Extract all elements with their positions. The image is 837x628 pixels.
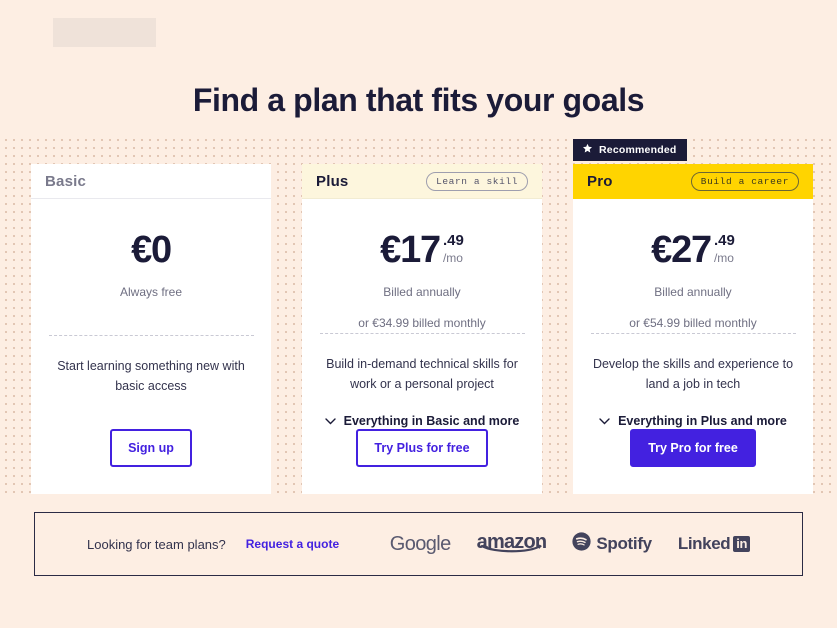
card-divider-plus — [319, 333, 525, 335]
plan-description-plus: Build in-demand technical skills for wor… — [326, 357, 518, 392]
price-amount-plus: €17 — [380, 229, 441, 271]
card-body-plus: €17 .49 /mo Billed annually or €34.99 bi… — [302, 199, 542, 494]
billing-line-basic: Always free — [119, 285, 183, 299]
spotify-mark-icon — [572, 532, 591, 556]
spotify-logo-text: Spotify — [596, 534, 652, 553]
billing-sub-pro: or €54.99 billed monthly — [629, 315, 757, 330]
chevron-down-icon — [599, 414, 610, 428]
price-side-pro: .49 /mo — [714, 231, 735, 264]
price-amount-basic: €0 — [131, 229, 172, 271]
price-row-basic: €0 — [131, 229, 172, 271]
plan-name-pro: Pro — [587, 173, 613, 190]
amazon-smile-icon — [480, 537, 543, 557]
price-block-basic: €0 Always free — [47, 199, 255, 302]
card-divider-pro — [590, 333, 796, 335]
spotify-logo: Spotify — [572, 532, 652, 556]
chevron-down-icon — [324, 414, 336, 428]
expand-features-pro[interactable]: Everything in Plus and more — [599, 414, 787, 428]
price-amount-pro: €27 — [651, 229, 712, 271]
cta-try-pro[interactable]: Try Pro for free — [630, 429, 756, 467]
price-row-pro: €27 .49 /mo — [651, 231, 735, 269]
card-body-pro: €27 .49 /mo Billed annually or €54.99 bi… — [573, 199, 813, 494]
team-plans-footer: Looking for team plans? Request a quote … — [34, 512, 803, 576]
request-a-quote-link[interactable]: Request a quote — [246, 537, 339, 551]
page-title: Find a plan that fits your goals — [192, 82, 645, 118]
price-row-plus: €17 .49 /mo — [380, 231, 464, 269]
billing-sub-plus: or €34.99 billed monthly — [358, 315, 486, 330]
plan-tagline-plus: Learn a skill — [426, 171, 528, 191]
price-block-pro: €27 .49 /mo Billed annually or €54.99 bi… — [589, 199, 797, 332]
card-body-basic: €0 Always free Start learning something … — [31, 199, 271, 494]
card-header-plus: Plus Learn a skill — [302, 164, 542, 199]
price-cents-pro: .49 — [713, 232, 735, 249]
plan-description-basic: Start learning something new with basic … — [57, 358, 245, 393]
plan-name-plus: Plus — [316, 172, 349, 190]
price-cents-plus: .49 — [442, 232, 464, 249]
card-divider-basic — [48, 334, 254, 336]
price-block-plus: €17 .49 /mo Billed annually or €34.99 bi… — [318, 199, 526, 332]
billing-line-plus: Billed annually — [383, 285, 461, 299]
cta-try-plus[interactable]: Try Plus for free — [356, 429, 488, 467]
recommended-badge: Recommended — [573, 139, 688, 161]
brand-logo-placeholder — [53, 18, 156, 47]
cta-sign-up[interactable]: Sign up — [110, 429, 192, 467]
expand-features-plus[interactable]: Everything in Basic and more — [324, 414, 520, 429]
pricing-card-row: Basic €0 Always free Start learning some… — [31, 139, 813, 494]
pricing-card-pro[interactable]: Recommended Pro Build a career €27 .49 /… — [573, 139, 813, 494]
linkedin-logo-text: Linked — [677, 534, 731, 553]
pricing-card-basic[interactable]: Basic €0 Always free Start learning some… — [31, 164, 271, 494]
amazon-logo: amazon — [477, 532, 547, 557]
team-plans-question: Looking for team plans? — [87, 536, 226, 552]
linkedin-logo: Linked in — [678, 534, 750, 554]
plan-description-pro: Develop the skills and experience to lan… — [592, 357, 794, 392]
recommended-badge-label: Recommended — [599, 144, 677, 156]
card-header-pro: Pro Build a career — [573, 164, 813, 199]
card-header-basic: Basic — [31, 164, 271, 199]
billing-line-pro: Billed annually — [654, 285, 732, 299]
pricing-card-plus[interactable]: Plus Learn a skill €17 .49 /mo Billed an… — [302, 164, 542, 494]
plan-name-basic: Basic — [45, 172, 87, 190]
plan-tagline-pro: Build a career — [690, 172, 799, 191]
price-period-pro: /mo — [713, 251, 734, 265]
price-period-plus: /mo — [442, 251, 463, 265]
expand-features-label-plus: Everything in Basic and more — [343, 414, 520, 429]
expand-features-label-pro: Everything in Plus and more — [618, 414, 787, 429]
google-logo: Google — [389, 532, 452, 555]
linkedin-in-badge: in — [733, 536, 750, 552]
customer-logo-strip: Google amazon Spotify Linked in — [390, 532, 750, 557]
star-icon — [582, 143, 593, 157]
price-side-plus: .49 /mo — [443, 231, 464, 264]
